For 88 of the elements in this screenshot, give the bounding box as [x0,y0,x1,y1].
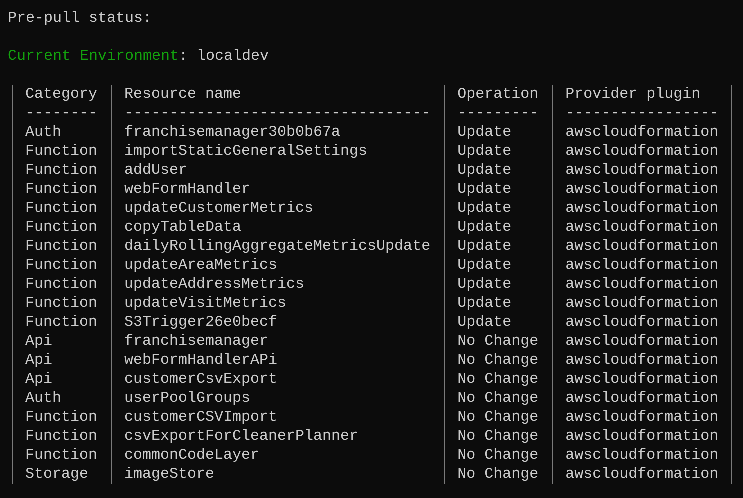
table-cell: awscloudformation [566,447,719,464]
label-delimiter: : [179,47,188,66]
table-cell: importStaticGeneralSettings [124,143,368,160]
environment-value: localdev [197,47,270,66]
header-rule: ---------------------------------- [124,105,431,122]
table-cell: awscloudformation [566,314,719,331]
table-cell: Function [26,447,98,464]
table-cell: awscloudformation [566,371,719,388]
table-cell: dailyRollingAggregateMetricsUpdate [124,238,431,255]
table-cell: webFormHandlerAPi [124,352,278,369]
table-cell: Update [458,181,512,198]
table-cell: copyTableData [124,219,242,236]
table-cell: awscloudformation [566,466,719,483]
table-cell: No Change [458,371,539,388]
table-cell: Update [458,219,512,236]
table-cell: Api [26,352,53,369]
table-cell: Update [458,276,512,293]
header-rule: --------- [458,105,539,122]
header-rule: -------- [26,105,98,122]
table-cell: Api [26,371,53,388]
table-cell: Function [26,295,98,312]
table-cell: Update [458,295,512,312]
table-cell: franchisemanager [124,333,269,350]
table-cell: No Change [458,352,539,369]
status-heading: Pre-pull status: [8,9,152,28]
table-cell: awscloudformation [566,238,719,255]
table-cell: awscloudformation [566,219,719,236]
table-cell: S3Trigger26e0becf [124,314,278,331]
table-cell: No Change [458,409,539,426]
column-header: Category [26,86,98,103]
table-cell: commonCodeLayer [124,447,260,464]
table-cell: Function [26,200,98,217]
table-cell: awscloudformation [566,257,719,274]
table-cell: Function [26,257,98,274]
table-cell: awscloudformation [566,352,719,369]
column-header: Resource name [124,86,242,103]
table-cell: No Change [458,428,539,445]
table-cell: Update [458,143,512,160]
table-cell: updateCustomerMetrics [124,200,314,217]
table-cell: addUser [124,162,188,179]
table-cell: Function [26,219,98,236]
table-cell: csvExportForCleanerPlanner [124,428,359,445]
table-cell: No Change [458,466,539,483]
table-cell: Function [26,276,98,293]
table-cell: Update [458,314,512,331]
table-cell: Update [458,200,512,217]
table-cell: Update [458,257,512,274]
table-cell: customerCSVImport [124,409,278,426]
table-cell: Function [26,428,98,445]
table-cell: Function [26,181,98,198]
table-cell: awscloudformation [566,200,719,217]
column-header: Provider plugin [566,86,701,103]
table-cell: awscloudformation [566,162,719,179]
table-cell: imageStore [124,466,215,483]
environment-label: Current Environment [8,47,180,66]
table-cell: No Change [458,333,539,350]
table-cell: awscloudformation [566,428,719,445]
table-cell: No Change [458,447,539,464]
table-cell: Storage [26,466,89,483]
table-cell: webFormHandler [124,181,251,198]
table-cell: awscloudformation [566,181,719,198]
table-cell: awscloudformation [566,295,719,312]
table-cell: awscloudformation [566,390,719,407]
table-cell: No Change [458,390,539,407]
table-cell: updateVisitMetrics [124,295,287,312]
table-cell: awscloudformation [566,143,719,160]
table-cell: awscloudformation [566,409,719,426]
table-cell: awscloudformation [566,333,719,350]
table-cell: franchisemanager30b0b67a [124,124,341,141]
table-cell: Api [26,333,53,350]
table-cell: Function [26,238,98,255]
table-cell: userPoolGroups [124,390,251,407]
table-cell: Function [26,143,98,160]
table-cell: updateAddressMetrics [124,276,305,293]
table-cell: Update [458,162,512,179]
column-header: Operation [458,86,539,103]
table-cell: Auth [26,124,62,141]
table-cell: awscloudformation [566,124,719,141]
table-cell: Update [458,238,512,255]
table-cell: Update [458,124,512,141]
header-rule: ----------------- [566,105,719,122]
table-cell: Auth [26,390,62,407]
table-cell: updateAreaMetrics [124,257,278,274]
table-cell: awscloudformation [566,276,719,293]
table-cell: Function [26,162,98,179]
table-cell: Function [26,409,98,426]
table-cell: customerCsvExport [124,371,278,388]
table-cell: Function [26,314,98,331]
